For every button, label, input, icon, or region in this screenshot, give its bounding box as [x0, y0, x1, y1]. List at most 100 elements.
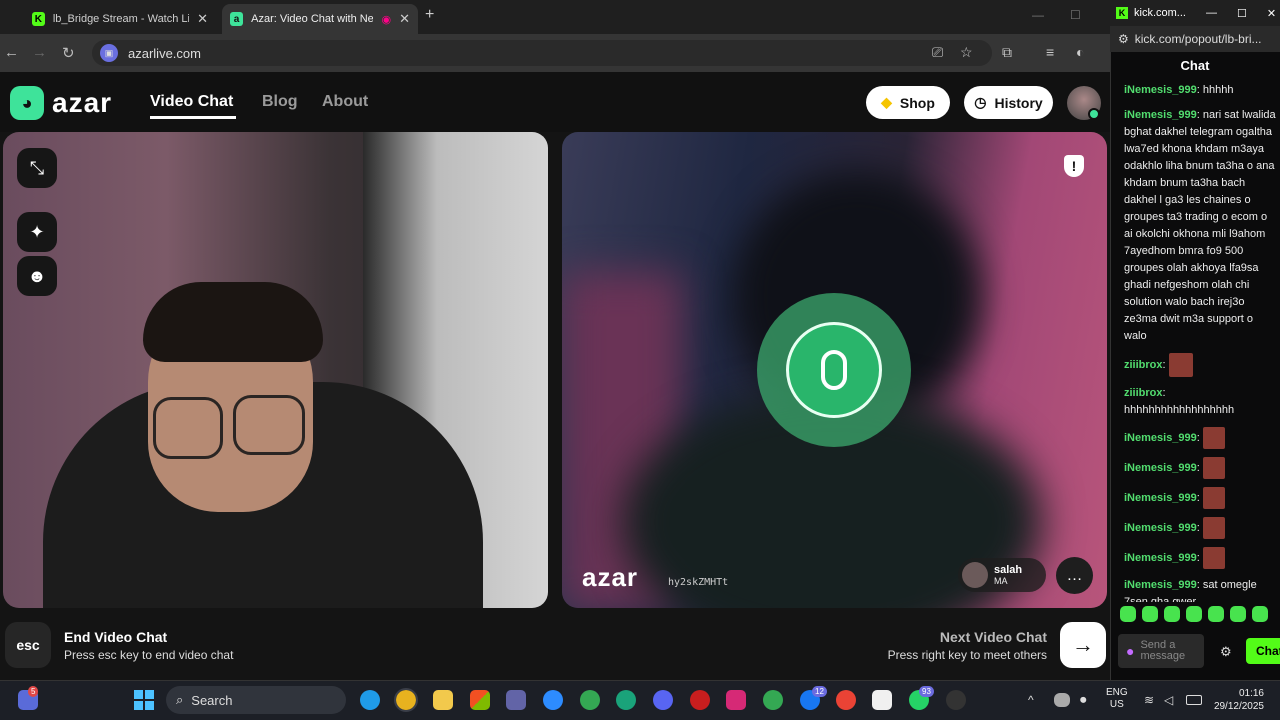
chat-message-list[interactable]: iNemesis_999: hhhhh iNemesis_999: nari s…: [1124, 82, 1276, 602]
capcut-icon[interactable]: [872, 690, 892, 710]
next-chat-hint: Press right key to meet others: [887, 648, 1047, 662]
reload-icon[interactable]: ↻: [62, 44, 75, 62]
edge-icon[interactable]: [360, 690, 380, 710]
emote-icon[interactable]: [1252, 606, 1268, 622]
maximize-icon[interactable]: ☐: [1070, 8, 1081, 22]
instagram-icon[interactable]: [726, 690, 746, 710]
chat-settings-icon[interactable]: ⚙: [1220, 644, 1232, 660]
chrome-icon[interactable]: [394, 688, 418, 712]
taskbar-search[interactable]: ⌕ Search: [166, 686, 346, 714]
language-indicator[interactable]: ENG US: [1106, 687, 1128, 711]
app-icon[interactable]: [690, 690, 710, 710]
bookmark-star-icon[interactable]: ☆: [960, 44, 973, 61]
chrome-profile-icon[interactable]: [836, 690, 856, 710]
kick-url-bar[interactable]: ⚙ kick.com/popout/lb-bri...: [1110, 26, 1280, 52]
nav-about[interactable]: About: [322, 93, 368, 111]
profile-icon[interactable]: ◐: [1076, 44, 1084, 60]
azar-watermark: azar: [582, 562, 639, 592]
taskbar-clock[interactable]: 01:16 29/12/2025: [1210, 687, 1264, 713]
logo-text: azar: [52, 87, 113, 118]
azar-favicon-icon: a: [230, 12, 244, 26]
send-message-input[interactable]: ● Send a message: [1118, 634, 1204, 668]
azar-logo-icon: ◕: [10, 86, 44, 120]
next-chat-button[interactable]: →: [1060, 622, 1106, 668]
kick-title-bar: K kick.com... — ☐ ✕: [1110, 0, 1280, 26]
emote-icon[interactable]: [1208, 606, 1224, 622]
maximize-icon[interactable]: ☐: [1237, 7, 1247, 20]
url-text: azarlive.com: [128, 45, 201, 61]
discord-icon[interactable]: [653, 690, 673, 710]
effects-button[interactable]: ✦: [17, 212, 57, 252]
chevron-up-icon[interactable]: ^: [1028, 693, 1042, 707]
chat-button[interactable]: …: [1056, 557, 1093, 594]
shop-button[interactable]: ◆ Shop: [866, 86, 950, 119]
history-button[interactable]: ◷ History: [964, 86, 1053, 119]
teams-icon[interactable]: [506, 690, 526, 710]
media-controls-icon[interactable]: ≡: [1046, 44, 1054, 60]
clock-time: 01:16: [1238, 688, 1264, 699]
obs-icon[interactable]: [946, 690, 966, 710]
tab-kick-stream[interactable]: K lb_Bridge Stream - Watch Live ✕: [24, 4, 216, 34]
emote-icon: [1202, 427, 1225, 449]
chrome-profile-icon[interactable]: [763, 690, 783, 710]
emote-icon[interactable]: [1120, 606, 1136, 622]
face-filter-button[interactable]: ☻: [17, 256, 57, 296]
whatsapp-badge: 93: [919, 686, 934, 697]
forward-icon[interactable]: →: [32, 44, 47, 61]
peer-country: MA: [994, 576, 1008, 586]
recording-icon: ◉: [381, 13, 392, 26]
site-info-icon[interactable]: ▣: [100, 44, 118, 62]
extensions-icon[interactable]: ⧉: [1002, 44, 1012, 61]
verified-badge-icon: [1088, 108, 1100, 120]
emote-icon[interactable]: [1230, 606, 1246, 622]
microphone-icon[interactable]: ●: [1126, 643, 1134, 659]
cast-icon[interactable]: ⎚: [932, 44, 943, 61]
back-icon[interactable]: ←: [4, 44, 19, 61]
gem-icon: ◆: [881, 94, 892, 110]
app-icon[interactable]: [616, 690, 636, 710]
emote-icon: [1202, 457, 1225, 479]
send-chat-button[interactable]: Chat: [1246, 638, 1280, 664]
minimize-arrows-icon: ⤡: [29, 157, 45, 178]
end-chat-button[interactable]: esc: [5, 622, 51, 668]
volume-icon[interactable]: ◁: [1164, 693, 1180, 707]
battery-icon[interactable]: [1186, 695, 1202, 705]
chat-message: iNemesis_999:: [1124, 487, 1276, 509]
close-tab-icon[interactable]: ✕: [399, 11, 410, 27]
start-button[interactable]: [134, 690, 154, 710]
emote-icon[interactable]: [1164, 606, 1180, 622]
minimize-icon[interactable]: —: [1032, 8, 1044, 22]
collapse-video-button[interactable]: ⤡: [17, 148, 57, 188]
report-shield-icon[interactable]: !: [1064, 155, 1084, 177]
nav-blog[interactable]: Blog: [262, 93, 298, 111]
lang-region: US: [1109, 699, 1124, 710]
minimize-icon[interactable]: —: [1206, 7, 1217, 19]
chat-message: ziiibrox:: [1124, 353, 1276, 377]
zoom-icon[interactable]: [543, 690, 563, 710]
peer-info-badge[interactable]: salah MA: [958, 558, 1046, 592]
close-icon[interactable]: ✕: [1267, 7, 1276, 20]
emote-icon: [1202, 487, 1225, 509]
emote-icon[interactable]: [1142, 606, 1158, 622]
emote-icon[interactable]: [1186, 606, 1202, 622]
chat-message: ziiibrox: hhhhhhhhhhhhhhhhhh: [1124, 387, 1235, 416]
cloud-icon[interactable]: [1054, 693, 1070, 707]
close-tab-icon[interactable]: ✕: [197, 11, 208, 27]
chrome-profile-icon[interactable]: [580, 690, 600, 710]
store-icon[interactable]: [470, 690, 490, 710]
microphone-icon[interactable]: ⏺: [1080, 692, 1094, 708]
wifi-icon[interactable]: ≋: [1144, 693, 1160, 707]
new-tab-button[interactable]: +: [425, 6, 434, 24]
chat-message: iNemesis_999: nari sat lwalida bghat dak…: [1124, 109, 1276, 342]
site-settings-icon[interactable]: ⚙: [1118, 32, 1129, 46]
arrow-right-icon: →: [1072, 632, 1094, 657]
tab-azar[interactable]: a Azar: Video Chat with New ◉ ✕: [222, 4, 418, 34]
chat-bubble-icon: …: [1066, 566, 1083, 584]
nav-video-chat[interactable]: Video Chat: [150, 93, 233, 111]
send-placeholder: Send a message: [1140, 639, 1186, 662]
kick-url-text: kick.com/popout/lb-bri...: [1134, 32, 1262, 46]
file-explorer-icon[interactable]: [433, 690, 453, 710]
url-field[interactable]: ▣ azarlive.com: [92, 40, 992, 66]
emote-icon: [1168, 353, 1193, 377]
azar-logo[interactable]: ◕ azar: [10, 86, 112, 120]
